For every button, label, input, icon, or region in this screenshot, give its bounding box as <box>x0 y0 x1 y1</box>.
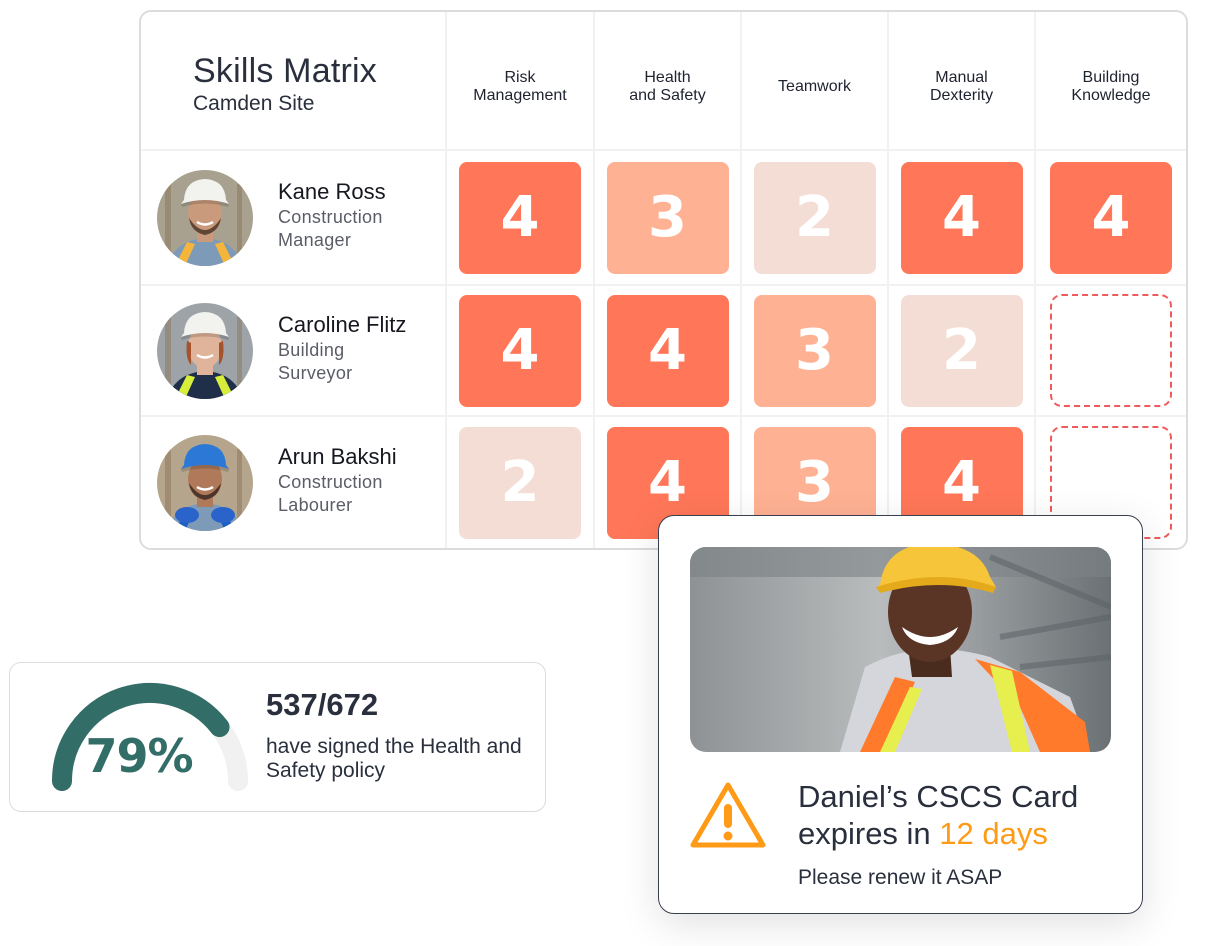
score-tile[interactable]: 2 <box>900 294 1023 407</box>
warning-triangle-icon <box>690 782 766 848</box>
policy-description: have signed the Health and Safety policy <box>266 735 522 782</box>
alert-title: Daniel’s CSCS Card expires in 12 days <box>798 778 1078 852</box>
matrix-title-cell: Skills Matrix Camden Site <box>141 12 447 151</box>
alert-title-line2: expires in <box>798 816 940 851</box>
score-tile[interactable]: 3 <box>606 161 729 274</box>
score-tile[interactable]: 3 <box>753 294 876 407</box>
score-tile[interactable]: 4 <box>900 161 1023 274</box>
score-tile[interactable]: 2 <box>459 426 581 539</box>
score-tile[interactable]: 2 <box>753 161 876 274</box>
person-name: Arun Bakshi <box>278 443 397 469</box>
person-row-header[interactable]: Kane Ross Construction Manager <box>141 151 447 286</box>
column-header-risk-management[interactable]: Risk Management <box>447 12 595 151</box>
score-cell[interactable] <box>1036 286 1186 417</box>
avatar-photo-icon <box>157 169 253 266</box>
policy-signed-count: 537/672 <box>266 687 379 722</box>
matrix-title: Skills Matrix <box>193 52 377 90</box>
alert-subtitle: Please renew it ASAP <box>798 866 1003 889</box>
score-tile[interactable]: 4 <box>459 294 581 407</box>
column-header-teamwork[interactable]: Teamwork <box>742 12 889 151</box>
score-cell[interactable]: 3 <box>595 151 742 286</box>
person-row-header[interactable]: Arun Bakshi Construction Labourer <box>141 417 447 548</box>
missing-score-tile[interactable] <box>1050 294 1172 407</box>
person-role-line1: Construction <box>278 471 383 492</box>
score-cell[interactable]: 2 <box>889 286 1036 417</box>
column-header-health-and-safety[interactable]: Health and Safety <box>595 12 742 151</box>
alert-title-line1: Daniel’s CSCS Card <box>798 779 1079 814</box>
matrix-subtitle: Camden Site <box>193 92 315 115</box>
column-header-line: Teamwork <box>778 77 851 95</box>
column-header-line: Health <box>644 68 691 86</box>
worker-photo <box>690 547 1111 752</box>
person-role-line1: Construction <box>278 206 383 227</box>
column-header-line: Building <box>1082 68 1140 86</box>
avatar-photo-icon <box>157 302 253 399</box>
person-info: Arun Bakshi Construction Labourer <box>278 443 397 517</box>
column-header-line: Risk <box>504 68 536 86</box>
column-header-manual-dexterity[interactable]: Manual Dexterity <box>889 12 1036 151</box>
column-header-line: Manual <box>935 68 988 86</box>
score-tile[interactable]: 4 <box>1050 161 1172 274</box>
smiling-worker-photo-icon <box>690 547 1111 752</box>
person-info: Kane Ross Construction Manager <box>278 178 386 252</box>
gauge-percent-label: 79% <box>85 729 193 783</box>
person-row-header[interactable]: Caroline Flitz Building Surveyor <box>141 286 447 417</box>
alert-days-remaining: 12 days <box>939 816 1048 851</box>
column-header-building-knowledge[interactable]: Building Knowledge <box>1036 12 1186 151</box>
score-tile[interactable]: 4 <box>459 161 581 274</box>
column-header-line: Knowledge <box>1071 86 1151 104</box>
score-cell[interactable]: 4 <box>447 286 595 417</box>
score-tile[interactable]: 4 <box>606 294 729 407</box>
score-cell[interactable]: 4 <box>595 286 742 417</box>
person-role-line2: Labourer <box>278 494 353 515</box>
score-cell[interactable]: 4 <box>889 151 1036 286</box>
person-info: Caroline Flitz Building Surveyor <box>278 311 406 385</box>
score-cell[interactable]: 4 <box>1036 151 1186 286</box>
person-role-line2: Manager <box>278 229 352 250</box>
person-role-line2: Surveyor <box>278 362 353 383</box>
score-cell[interactable]: 4 <box>447 151 595 286</box>
skills-matrix-card: Skills Matrix Camden Site Risk Management… <box>139 10 1188 550</box>
skills-matrix-grid: Skills Matrix Camden Site Risk Management… <box>141 12 1186 548</box>
avatar <box>157 169 253 266</box>
avatar <box>157 434 253 531</box>
score-cell[interactable]: 3 <box>742 286 889 417</box>
column-header-line: Dexterity <box>929 86 994 104</box>
column-header-line: Management <box>473 86 567 104</box>
cscs-expiry-alert-card[interactable]: Daniel’s CSCS Card expires in 12 days Pl… <box>658 515 1143 914</box>
score-cell[interactable]: 2 <box>447 417 595 548</box>
person-role-line1: Building <box>278 339 345 360</box>
person-name: Caroline Flitz <box>278 311 407 337</box>
avatar-photo-icon <box>157 434 253 531</box>
score-cell[interactable]: 2 <box>742 151 889 286</box>
column-header-line: and Safety <box>629 86 706 104</box>
person-name: Kane Ross <box>278 178 386 204</box>
avatar <box>157 302 253 399</box>
policy-signature-card: 79% 537/672 have signed the Health and S… <box>9 662 546 812</box>
